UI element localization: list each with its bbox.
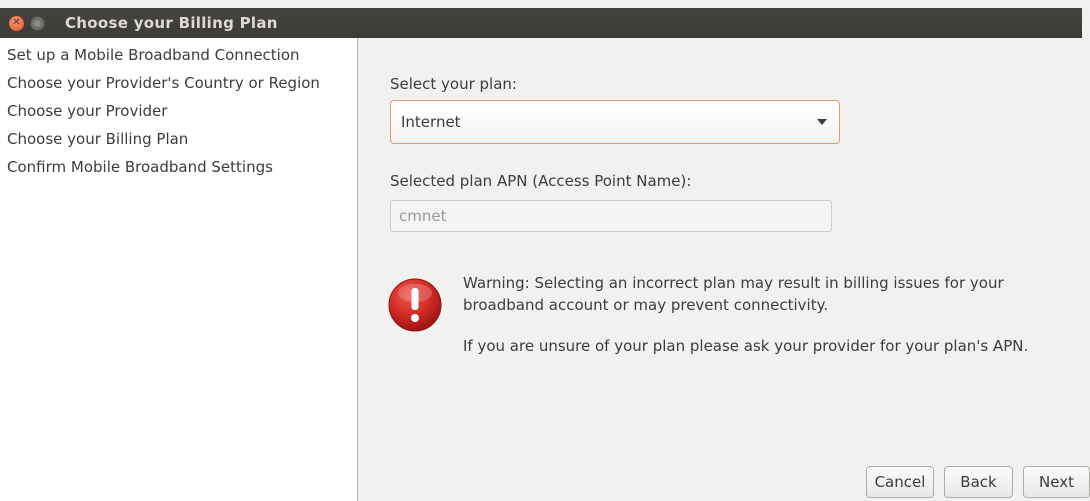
minimize-icon[interactable] [30,15,45,31]
cancel-button[interactable]: Cancel [866,466,934,498]
chevron-down-icon [817,119,827,125]
step-country: Choose your Provider's Country or Region [7,74,320,92]
main-content: Select your plan: Internet Selected plan… [359,38,1090,501]
apn-field[interactable]: cmnet [390,200,832,232]
step-billing-plan: Choose your Billing Plan [7,130,189,148]
back-button[interactable]: Back [944,466,1013,498]
next-button[interactable]: Next [1023,466,1090,498]
steps-sidebar: Set up a Mobile Broadband Connection Cho… [0,38,358,501]
step-provider: Choose your Provider [7,102,168,120]
step-confirm: Confirm Mobile Broadband Settings [7,158,273,176]
title-bar: ✕ Choose your Billing Plan [0,8,1082,38]
apn-hint-message: If you are unsure of your plan please as… [463,337,1029,355]
warning-message: Warning: Selecting an incorrect plan may… [463,274,1004,314]
plan-label: Select your plan: [390,75,517,93]
close-icon[interactable]: ✕ [9,15,24,31]
warning-icon [388,278,442,332]
plan-select[interactable]: Internet [390,100,840,144]
apn-label: Selected plan APN (Access Point Name): [390,172,692,190]
window-title: Choose your Billing Plan [65,14,278,32]
plan-select-value: Internet [401,113,461,131]
step-setup: Set up a Mobile Broadband Connection [7,46,300,64]
assistant-window: ✕ Choose your Billing Plan Set up a Mobi… [0,0,1090,501]
